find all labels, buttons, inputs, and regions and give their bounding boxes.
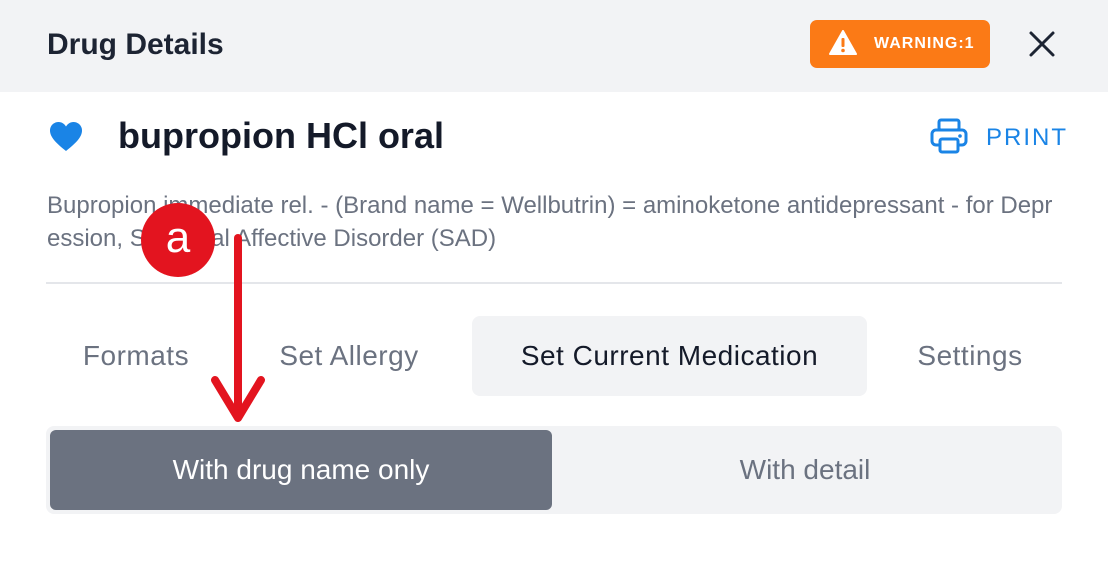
tab-settings[interactable]: Settings: [890, 316, 1050, 396]
tab-formats[interactable]: Formats: [62, 316, 210, 396]
annotation-badge: a: [141, 203, 215, 277]
with-drug-name-only-option[interactable]: With drug name only: [50, 430, 552, 510]
annotation-arrow: [211, 234, 265, 422]
dialog-title: Drug Details: [47, 28, 224, 61]
warning-badge[interactable]: WARNING:1: [810, 20, 990, 68]
print-label: PRINT: [986, 124, 1068, 151]
warning-triangle-icon: [829, 30, 857, 55]
tab-set-allergy[interactable]: Set Allergy: [252, 316, 446, 396]
printer-icon: [930, 118, 968, 154]
dialog-header: Drug Details WARNING:1: [0, 0, 1108, 92]
with-detail-option[interactable]: With detail: [552, 430, 1058, 510]
tab-set-current-medication[interactable]: Set Current Medication: [472, 316, 867, 396]
divider: [46, 282, 1062, 284]
display-mode-toggle: With drug name only With detail: [46, 426, 1062, 514]
close-icon[interactable]: [1026, 28, 1058, 60]
drug-name: bupropion HCl oral: [118, 115, 444, 156]
heart-icon[interactable]: [49, 121, 83, 153]
warning-label: WARNING:1: [874, 35, 975, 52]
